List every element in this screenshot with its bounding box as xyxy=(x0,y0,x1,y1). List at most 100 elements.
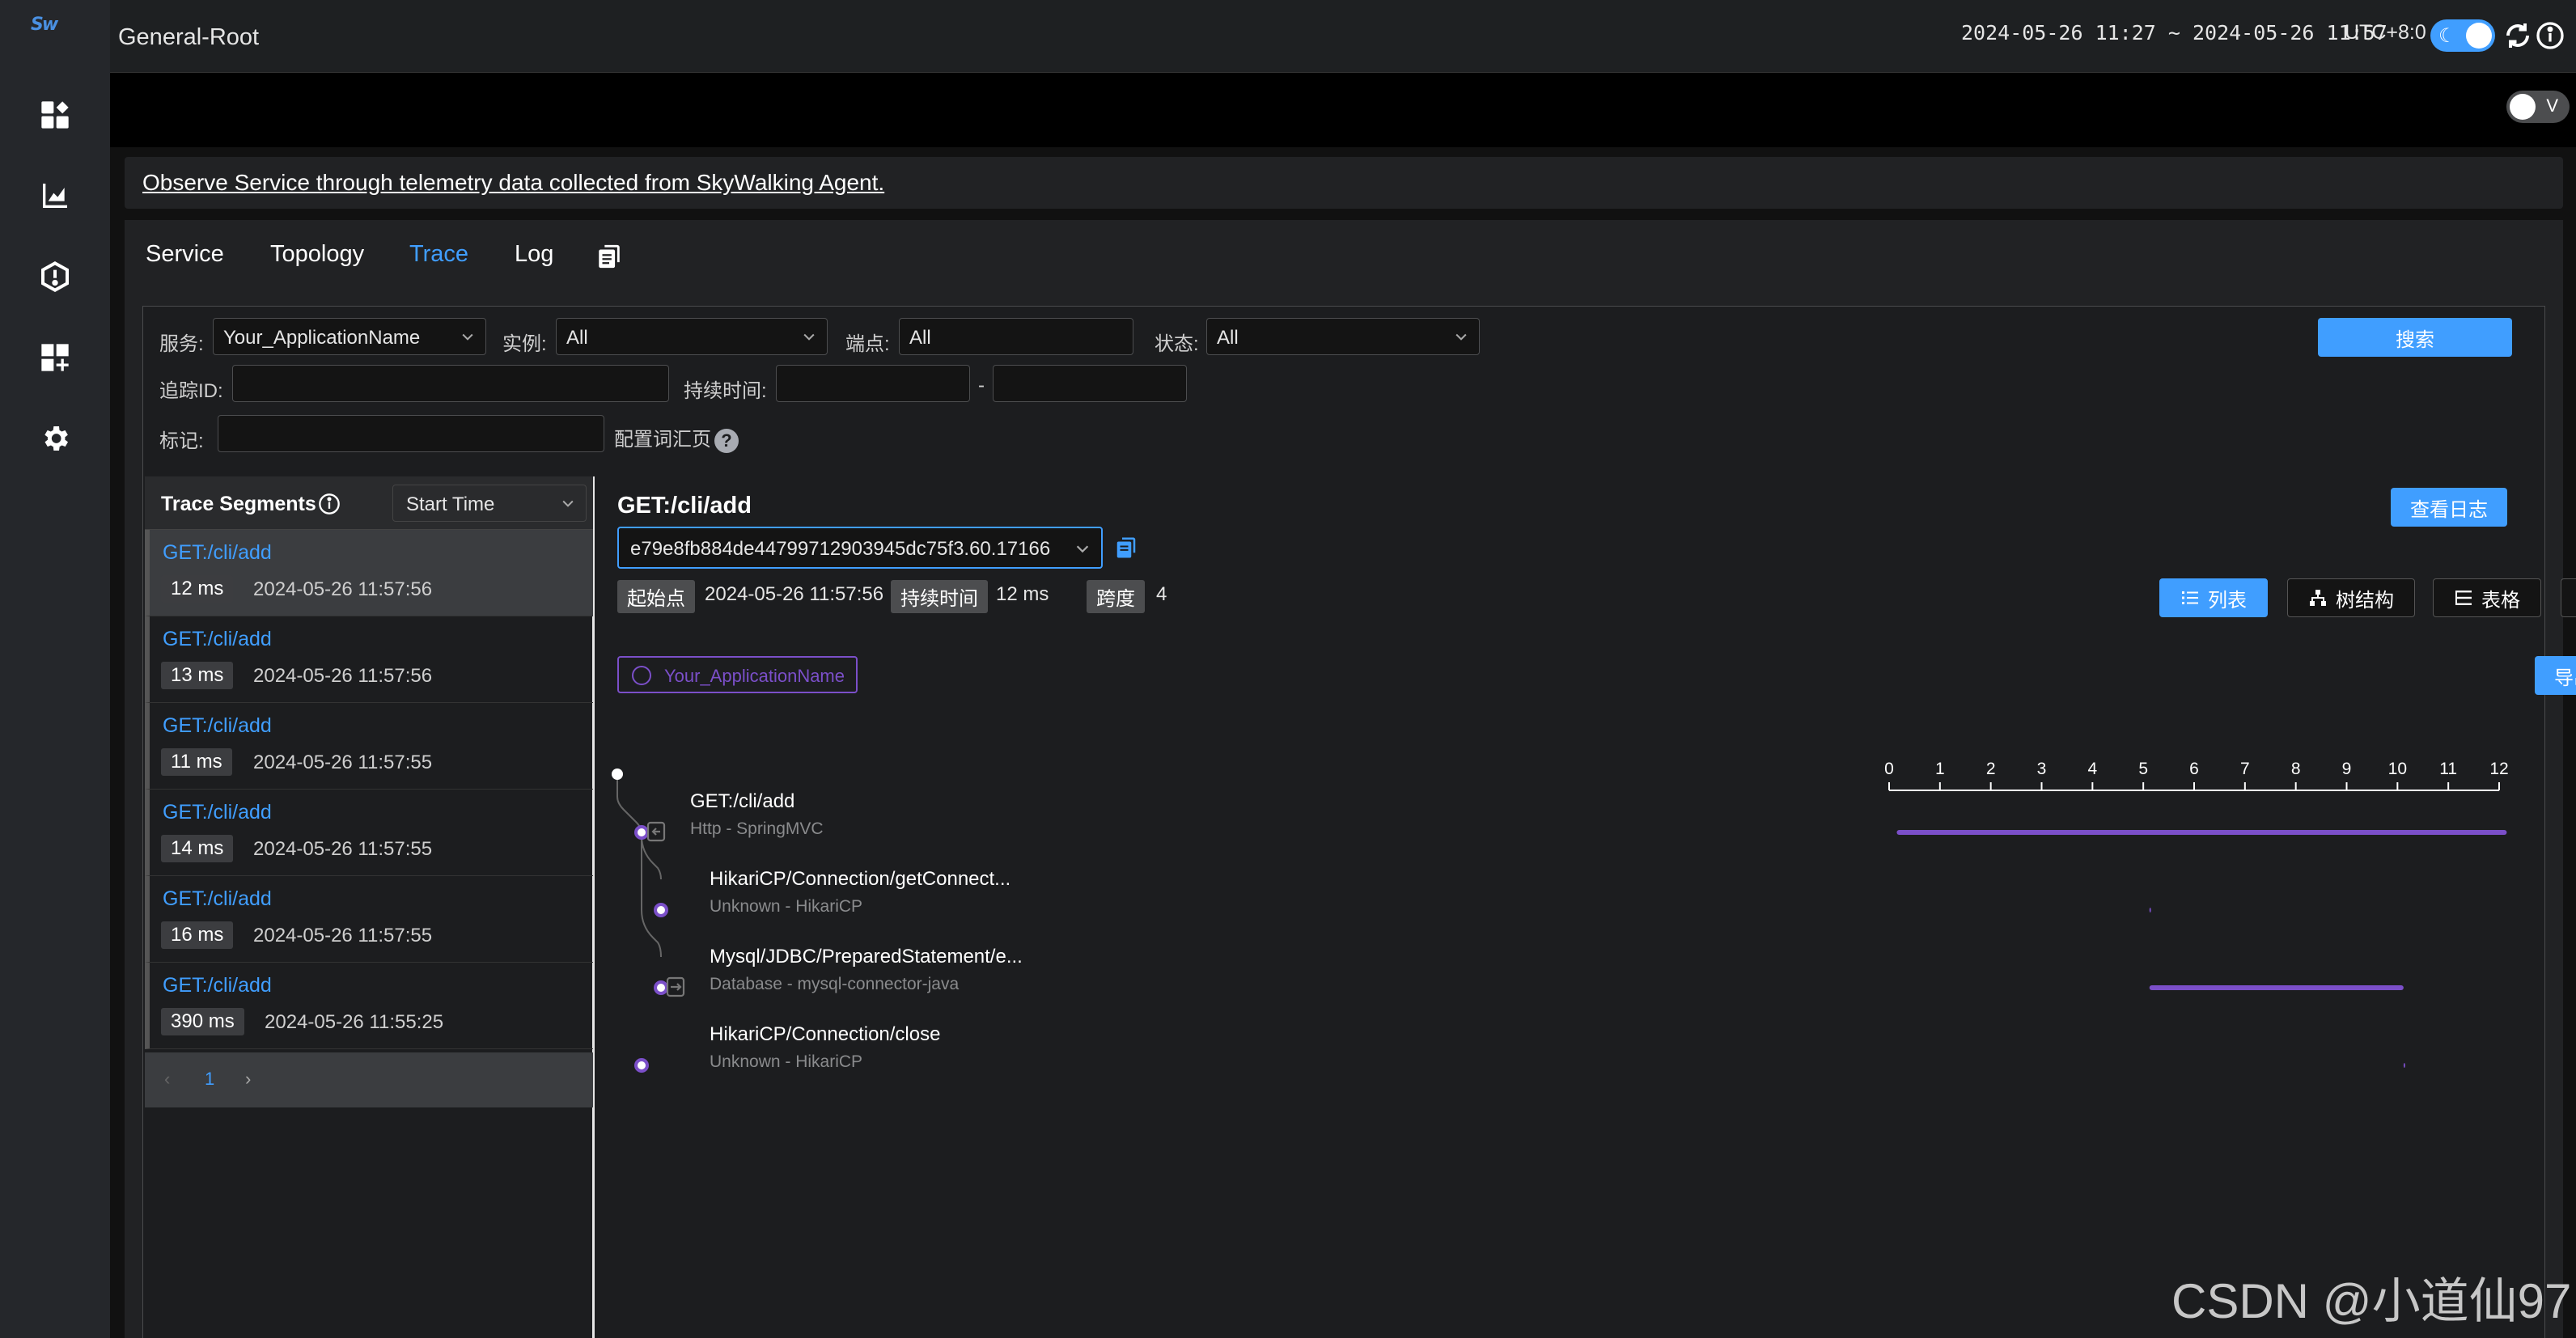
add-widget-icon[interactable] xyxy=(36,338,74,377)
axis-tick-label: 5 xyxy=(2138,760,2148,778)
span-component: Database - mysql-connector-java xyxy=(710,975,960,993)
instance-label: 实例: xyxy=(502,333,547,355)
span-component: Http - SpringMVC xyxy=(690,819,824,838)
trace-item-duration: 11 ms xyxy=(161,748,232,776)
service-select-value: Your_ApplicationName xyxy=(223,327,421,349)
timezone-label: UTC+8:0 xyxy=(2345,21,2426,44)
alarm-icon[interactable] xyxy=(36,257,74,296)
trace-item-duration: 12 ms xyxy=(161,575,234,603)
tab-trace[interactable]: Trace xyxy=(409,241,468,268)
span-duration-bar[interactable] xyxy=(2403,1063,2405,1068)
tree-connector xyxy=(641,909,662,958)
axis-tick-label: 11 xyxy=(2439,760,2457,778)
trace-list-item[interactable]: GET:/cli/add 14 ms 2024-05-26 11:57:55 xyxy=(145,790,593,876)
tab-log[interactable]: Log xyxy=(515,241,553,268)
config-vocabulary-link[interactable]: 配置词汇页? xyxy=(614,423,739,453)
span-name[interactable]: Mysql/JDBC/PreparedStatement/e... xyxy=(710,946,1023,968)
trace-list-item[interactable]: GET:/cli/add 13 ms 2024-05-26 11:57:56 xyxy=(145,616,593,703)
layer-description: Observe Service through telemetry data c… xyxy=(125,157,2563,209)
trace-list-item[interactable]: GET:/cli/add 11 ms 2024-05-26 11:57:55 xyxy=(145,703,593,790)
next-page-button[interactable]: › xyxy=(245,1069,251,1090)
duration-min-input[interactable] xyxy=(776,365,970,402)
entry-span-icon xyxy=(646,821,666,842)
search-button[interactable]: 搜索 xyxy=(2318,318,2512,357)
exit-span-icon xyxy=(666,976,685,997)
toolbar-band xyxy=(110,73,2576,147)
trace-list-item[interactable]: GET:/cli/add 16 ms 2024-05-26 11:57:55 xyxy=(145,876,593,963)
tab-topology[interactable]: Topology xyxy=(270,241,364,268)
trace-list-item[interactable]: GET:/cli/add 390 ms 2024-05-26 11:55:25 xyxy=(145,963,593,1049)
moon-icon: ☾ xyxy=(2438,25,2456,47)
span-node-dot[interactable] xyxy=(654,980,668,995)
version-switch[interactable]: V xyxy=(2506,91,2570,123)
span-name[interactable]: HikariCP/Connection/getConnect... xyxy=(710,868,1010,891)
trace-segment-list: Trace Segments Start Time GET:/cli/add 1… xyxy=(145,476,595,1338)
prev-page-button[interactable]: ‹ xyxy=(164,1069,170,1090)
duration-label: 持续时间: xyxy=(684,380,767,402)
trace-item-duration: 13 ms xyxy=(161,662,234,689)
trace-item-name: GET:/cli/add xyxy=(163,801,272,824)
span-duration-bar[interactable] xyxy=(2149,908,2151,912)
statistics-view-button[interactable]: 统计 xyxy=(2561,578,2576,617)
duration-max-input[interactable] xyxy=(993,365,1187,402)
span-duration-bar[interactable] xyxy=(1896,830,2507,835)
copy-tab-icon[interactable] xyxy=(595,243,623,272)
span-duration-bar[interactable] xyxy=(2149,985,2404,990)
sort-select[interactable]: Start Time xyxy=(392,485,587,522)
span-node-dot[interactable] xyxy=(634,825,649,840)
trace-item-time: 2024-05-26 11:57:56 xyxy=(253,578,433,600)
span-component: Unknown - HikariCP xyxy=(710,897,863,916)
timeline-axis: 0 1 2 3 4 5 6 7 8 9 10 11 12 xyxy=(1884,760,2509,791)
span-name[interactable]: GET:/cli/add xyxy=(690,790,794,813)
trace-item-duration: 14 ms xyxy=(161,835,234,862)
span-name[interactable]: HikariCP/Connection/close xyxy=(710,1023,940,1046)
status-select-value: All xyxy=(1217,327,1239,349)
status-label: 状态: xyxy=(1155,333,1199,355)
span-node-dot[interactable] xyxy=(634,1058,649,1073)
info-icon[interactable] xyxy=(2536,21,2565,50)
theme-toggle[interactable]: ☾ xyxy=(2430,19,2495,52)
main-panel: Service Topology Trace Log 服务: Your_Appl… xyxy=(125,220,2576,1338)
span-node-dot[interactable] xyxy=(654,903,668,917)
span-bars xyxy=(1896,830,2507,1068)
endpoint-input[interactable]: All xyxy=(899,318,1133,355)
metrics-chart-icon[interactable] xyxy=(36,176,74,215)
time-range-picker[interactable]: 2024-05-26 11:27 ~ 2024-05-26 11:57 xyxy=(1961,21,2387,44)
page-title: General-Root xyxy=(118,24,260,50)
tree-connector xyxy=(641,835,662,880)
trace-item-name: GET:/cli/add xyxy=(163,974,272,997)
axis-tick-label: 1 xyxy=(1935,760,1945,778)
pagination: ‹ 1 › xyxy=(145,1052,593,1107)
status-select[interactable]: All xyxy=(1206,318,1480,355)
page-number-1[interactable]: 1 xyxy=(205,1069,214,1090)
trace-item-duration: 390 ms xyxy=(161,1008,244,1035)
info-icon[interactable] xyxy=(318,493,341,515)
chevron-down-icon xyxy=(1455,333,1467,341)
config-link-text: 配置词汇页 xyxy=(614,429,711,451)
trace-item-time: 2024-05-26 11:57:55 xyxy=(253,838,433,860)
settings-gear-icon[interactable] xyxy=(36,419,74,458)
trace-item-name: GET:/cli/add xyxy=(163,714,272,737)
refresh-icon[interactable] xyxy=(2503,21,2532,50)
trace-list-item[interactable]: GET:/cli/add 12 ms 2024-05-26 11:57:56 xyxy=(145,530,593,616)
service-select[interactable]: Your_ApplicationName xyxy=(213,318,486,355)
skywalking-logo[interactable]: Sw xyxy=(31,15,84,55)
switch-label: V xyxy=(2546,95,2558,116)
dashboard-icon[interactable] xyxy=(36,95,74,134)
description-link[interactable]: Observe Service through telemetry data c… xyxy=(142,170,884,196)
tags-input[interactable] xyxy=(218,415,604,452)
axis-tick-label: 6 xyxy=(2189,760,2199,778)
tree-connector xyxy=(616,780,642,910)
axis-tick-label: 9 xyxy=(2342,760,2352,778)
help-icon[interactable]: ? xyxy=(714,428,739,453)
endpoint-label: 端点: xyxy=(845,333,890,355)
instance-select[interactable]: All xyxy=(556,318,828,355)
instance-select-value: All xyxy=(566,327,588,349)
chevron-down-icon xyxy=(562,500,574,507)
tab-service[interactable]: Service xyxy=(146,241,224,268)
switch-knob xyxy=(2510,94,2536,120)
axis-tick-label: 7 xyxy=(2240,760,2250,778)
tags-label: 标记: xyxy=(159,430,204,452)
root-node-dot xyxy=(612,769,623,780)
trace-id-input[interactable] xyxy=(232,365,669,402)
